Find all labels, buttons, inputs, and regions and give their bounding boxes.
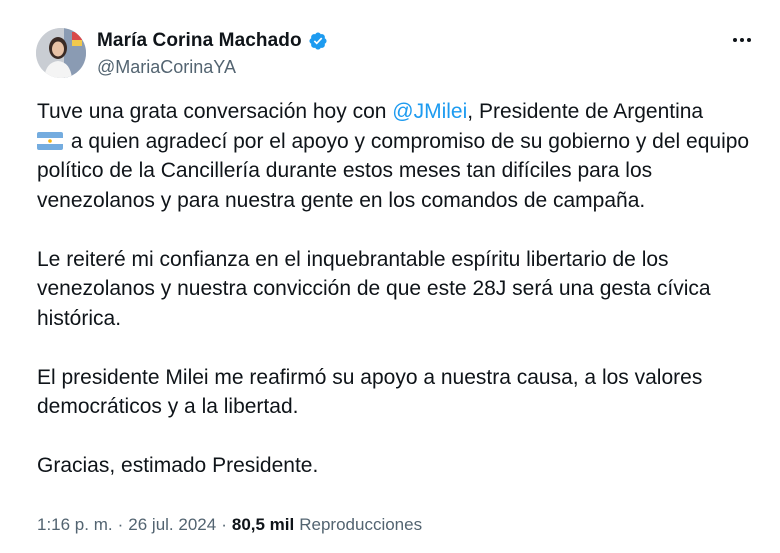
author-handle[interactable]: @MariaCorinaYA [97,57,236,78]
profile-photo-icon [36,28,86,78]
author-name[interactable]: María Corina Machado [97,30,302,52]
views-count[interactable]: 80,5 mil [232,515,294,535]
tweet-paragraph-3: El presidente Milei me reafirmó su apoyo… [37,365,703,419]
tweet-text: Tuve una grata conversación hoy con @JMi… [37,97,757,510]
verified-badge-icon [308,31,328,51]
argentina-flag-icon [37,131,63,150]
text-segment: Tuve una grata conversación hoy con [37,100,393,123]
views-label: Reproducciones [299,515,423,534]
author-name-row: María Corina Machado [97,30,328,52]
tweet-card: María Corina Machado @MariaCorinaYA Tuve… [0,0,780,553]
avatar[interactable] [36,28,86,78]
more-horizontal-icon[interactable] [730,30,754,50]
text-segment: , Presidente de Argentina [467,100,704,123]
tweet-paragraph-1: Tuve una grata conversación hoy con @JMi… [37,97,757,215]
tweet-date[interactable]: 26 jul. 2024 [128,515,216,535]
tweet-meta: 1:16 p. m. · 26 jul. 2024 · 80,5 mil Rep… [37,515,422,535]
separator: · [221,515,227,534]
tweet-paragraph-2: Le reiteré mi confianza en el inquebrant… [37,247,711,330]
tweet-paragraph-4: Gracias, estimado Presidente. [37,454,319,477]
tweet-time[interactable]: 1:16 p. m. [37,515,113,535]
mention-link[interactable]: @JMilei [392,100,467,123]
text-segment: a quien agradecí por el apoyo y compromi… [37,129,750,212]
separator: · [117,515,124,534]
